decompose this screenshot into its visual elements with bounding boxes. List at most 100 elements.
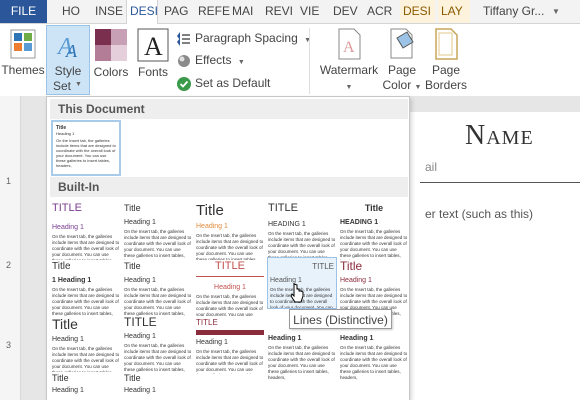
svg-text:A: A xyxy=(144,32,163,61)
themes-icon xyxy=(10,29,36,59)
thumb-title: TITLE xyxy=(196,318,218,327)
style-set-thumb[interactable]: Title 1 Heading 1 On the Insert tab, the… xyxy=(52,260,120,318)
thumb-title: Title xyxy=(196,202,224,219)
style-set-thumb[interactable]: Heading 1 On the Insert tab, the galleri… xyxy=(268,326,336,384)
thumb-body: On the Insert tab, the galleries include… xyxy=(268,345,336,380)
tab-view[interactable]: VIE xyxy=(300,0,319,23)
thumb-heading: Heading 1 xyxy=(124,333,156,340)
chevron-down-icon[interactable]: ▼ xyxy=(552,0,560,23)
thumb-title: TITLE xyxy=(312,262,334,271)
set-as-default-label: Set as Default xyxy=(195,76,271,90)
style-set-thumb[interactable]: Title Heading 1 xyxy=(52,372,120,400)
tab-page-layout[interactable]: PAG xyxy=(164,0,188,23)
page-color-button[interactable]: Page Color ▼ xyxy=(382,28,422,95)
tab-table-design[interactable]: DESI xyxy=(400,0,435,23)
thumb-body: On the Insert tab, the galleries include… xyxy=(196,294,264,317)
style-set-button[interactable]: A A Style Set ▼ xyxy=(46,25,90,95)
document-rule xyxy=(420,182,580,183)
tab-insert[interactable]: INSE xyxy=(95,0,123,23)
effects-button[interactable]: Effects ▼ xyxy=(177,50,245,70)
svg-text:A: A xyxy=(65,41,78,61)
ruler-mark: 2 xyxy=(6,260,12,270)
style-set-thumb[interactable]: TITLE Heading 1 On the Insert tab, the g… xyxy=(196,260,264,318)
style-set-this-document[interactable]: Title Heading 1 On the Insert tab, the g… xyxy=(51,120,121,176)
fonts-button[interactable]: A Fonts xyxy=(133,28,173,80)
style-set-thumb[interactable]: Title Heading 1 On the Insert tab, the g… xyxy=(124,260,192,318)
thumb-heading: 1 Heading 1 xyxy=(52,277,92,284)
page-borders-icon xyxy=(435,28,458,60)
document-name-heading[interactable]: Name xyxy=(465,120,534,152)
ribbon-separator xyxy=(309,28,310,94)
style-label: Style xyxy=(54,64,82,78)
style-set-thumb[interactable]: Title Heading 1 xyxy=(124,372,192,400)
thumb-title: Title xyxy=(124,203,141,213)
thumb-body: On the Insert tab, the galleries include… xyxy=(340,345,408,380)
set-as-default-button[interactable]: Set as Default xyxy=(177,73,270,93)
thumb-title: Title xyxy=(124,261,141,271)
color-label: Color ▼ xyxy=(382,78,422,92)
chevron-down-icon: ▼ xyxy=(75,81,82,88)
thumb-body: On the Insert tab, the galleries include… xyxy=(196,233,264,260)
document-placeholder-text[interactable]: er text (such as this) xyxy=(425,207,533,221)
paragraph-spacing-icon xyxy=(177,31,190,46)
style-set-thumb[interactable]: TITLE Heading 1 On the Insert tab, the g… xyxy=(124,316,192,374)
tab-review[interactable]: REVI xyxy=(265,0,293,23)
thumb-body: On the Insert tab, the galleries include… xyxy=(52,234,120,260)
tab-file[interactable]: FILE xyxy=(0,0,47,23)
style-set-icon: A A xyxy=(56,34,78,61)
document-page[interactable] xyxy=(410,112,580,400)
style-set-thumb[interactable]: Heading 1 On the Insert tab, the galleri… xyxy=(340,326,408,384)
style-set-thumb[interactable]: TITLE Heading 1 On the Insert tab, the g… xyxy=(52,202,120,260)
user-name[interactable]: Tiffany Gr... xyxy=(483,0,544,23)
colors-button[interactable]: Colors xyxy=(90,28,132,80)
ruler-mark: 3 xyxy=(6,340,12,350)
colors-icon xyxy=(95,29,127,61)
tab-home[interactable]: HO xyxy=(62,0,80,23)
thumb-heading: HEADING 1 xyxy=(268,221,306,228)
tab-acrobat[interactable]: ACR xyxy=(367,0,392,23)
ribbon-tab-bar: FILE HO INSE DESI PAG REFE MAI REVI VIE … xyxy=(0,0,580,24)
thumb-body: On the Insert tab, the galleries include… xyxy=(52,346,120,374)
thumb-heading: HEADING 1 xyxy=(340,219,379,226)
themes-button[interactable]: Themes xyxy=(0,28,46,78)
style-set-thumb[interactable]: Title HEADING 1 On the Insert tab, the g… xyxy=(340,202,408,260)
themes-label: Themes xyxy=(1,63,45,77)
page-borders-label-1: Page xyxy=(431,63,461,77)
style-set-thumb[interactable]: TITLE HEADING 1 On the Insert tab, the g… xyxy=(268,202,336,260)
svg-text:A: A xyxy=(343,39,355,56)
thumb-body: On the Insert tab, the galleries include… xyxy=(56,138,116,168)
tab-mailings[interactable]: MAI xyxy=(232,0,253,23)
chevron-down-icon: ▼ xyxy=(237,59,245,66)
thumb-title: Title xyxy=(340,260,363,273)
thumb-body: On the Insert tab, the galleries include… xyxy=(340,229,408,260)
thumb-heading: Heading 1 xyxy=(124,387,156,394)
built-in-header: Built-In xyxy=(50,177,408,197)
tab-design[interactable]: DESI xyxy=(126,0,158,24)
style-set-thumb[interactable]: Title Heading 1 On the Insert tab, the g… xyxy=(196,202,264,260)
watermark-icon: A xyxy=(338,28,361,60)
ruler-mark: 1 xyxy=(6,176,12,186)
paragraph-spacing-button[interactable]: Paragraph Spacing ▼ xyxy=(177,28,311,48)
style-set-thumb[interactable]: Title Heading 1 On the Insert tab, the g… xyxy=(124,202,192,260)
fonts-label: Fonts xyxy=(137,65,168,79)
style-set-tooltip: Lines (Distinctive) xyxy=(289,309,392,329)
thumb-body: On the Insert tab, the galleries include… xyxy=(124,343,192,374)
vertical-ruler: 1 2 3 xyxy=(0,96,21,400)
thumb-heading: Heading 1 xyxy=(52,387,84,394)
thumb-heading: Heading 1 xyxy=(268,335,302,342)
thumb-title: Title xyxy=(124,373,141,383)
tab-references[interactable]: REFE xyxy=(198,0,230,23)
style-set-thumb[interactable]: Title Heading 1 On the Insert tab, the g… xyxy=(52,316,120,374)
page-borders-button[interactable]: Page Borders xyxy=(424,28,468,93)
chevron-down-icon: ▼ xyxy=(345,84,353,91)
thumb-heading: Heading 1 xyxy=(214,284,246,291)
style-set-thumb[interactable]: TITLE Heading 1 On the Insert tab, the g… xyxy=(196,316,264,374)
thumb-heading: Heading 1 xyxy=(124,277,156,284)
document-email-placeholder[interactable]: ail xyxy=(425,160,437,174)
tab-table-layout[interactable]: LAY xyxy=(438,0,470,23)
effects-icon xyxy=(178,54,190,67)
watermark-button[interactable]: A Watermark ▼ xyxy=(318,28,380,93)
tab-developer[interactable]: DEV xyxy=(333,0,358,23)
thumb-title: TITLE xyxy=(52,202,82,214)
thumb-body: On the Insert tab, the galleries include… xyxy=(52,287,120,318)
